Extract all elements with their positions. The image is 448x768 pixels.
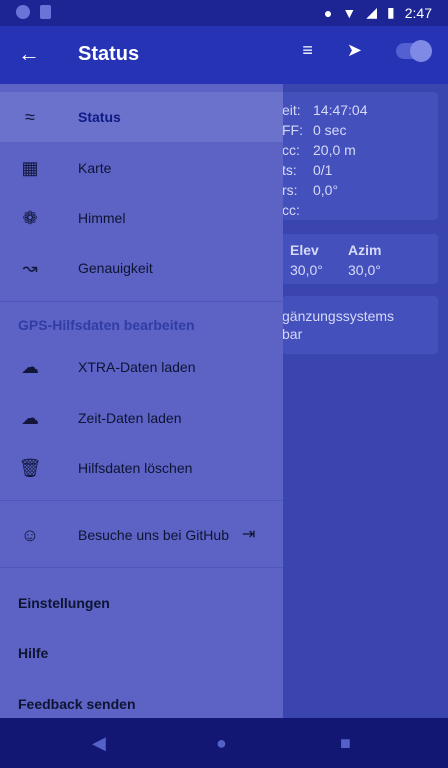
drawer-item-label: Besuche uns bei GitHub xyxy=(78,527,229,543)
system-nav-bar: ◀ ● ■ xyxy=(0,718,448,768)
back-nav-icon[interactable]: ◀ xyxy=(92,733,106,754)
elev-value: 30,0° xyxy=(290,262,323,278)
github-icon: ☺ xyxy=(20,524,40,545)
row-label: eit: xyxy=(282,102,301,118)
settings-link[interactable]: Einstellungen xyxy=(18,595,110,611)
drawer-item-label: XTRA-Daten laden xyxy=(78,359,196,375)
elev-header: Elev xyxy=(290,242,319,258)
help-link[interactable]: Hilfe xyxy=(18,645,48,661)
status-bar: ● ▼ ◢ ▮ 2:47 xyxy=(0,0,448,26)
drawer-item-karte[interactable]: ▦ Karte xyxy=(0,143,283,193)
drawer-item-xtra[interactable]: ☁ XTRA-Daten laden xyxy=(0,342,283,392)
divider xyxy=(0,301,283,302)
satellite-dish-icon: ❁ xyxy=(22,207,38,228)
wifi-icon: ≈ xyxy=(25,106,35,127)
gps-info-card: eit: 14:47:04 FF: 0 sec cc: 20,0 m ts: 0… xyxy=(282,92,438,220)
augmentation-card: gänzungssystems bar xyxy=(282,296,438,354)
drawer-item-genauigkeit[interactable]: ↝ Genauigkeit xyxy=(0,243,283,293)
drawer-item-himmel[interactable]: ❁ Himmel xyxy=(0,193,283,243)
row-label: cc: xyxy=(282,202,300,218)
page-title: Status xyxy=(78,43,140,65)
drawer-item-github[interactable]: ☺ Besuche uns bei GitHub ⇥ xyxy=(0,510,283,560)
drawer-item-label: Status xyxy=(78,109,121,125)
azim-value: 30,0° xyxy=(348,262,381,278)
share-icon[interactable]: ➤ xyxy=(347,40,362,61)
azim-header: Azim xyxy=(348,242,382,258)
section-header: GPS-Hilfsdaten bearbeiten xyxy=(18,317,195,333)
sd-card-icon xyxy=(40,5,51,19)
status-time: 2:47 xyxy=(404,4,432,21)
row-value: 14:47:04 xyxy=(313,102,368,118)
home-nav-icon[interactable]: ● xyxy=(216,733,227,754)
drawer-item-label: Hilfsdaten löschen xyxy=(78,460,193,476)
row-value: 20,0 m xyxy=(313,142,356,158)
drawer-item-label: Himmel xyxy=(78,210,126,226)
back-arrow-icon[interactable]: ← xyxy=(18,40,40,68)
cloud-clock-icon: ☁ xyxy=(21,407,39,428)
drawer-item-zeit[interactable]: ☁ Zeit-Daten laden xyxy=(0,393,283,443)
app-bar: ← Status ≡ ➤ xyxy=(0,26,448,84)
row-label: ts: xyxy=(282,162,297,178)
wifi-signal-icon: ▼ xyxy=(342,4,357,21)
trending-icon: ↝ xyxy=(22,257,38,278)
feedback-link[interactable]: Feedback senden xyxy=(18,696,136,712)
battery-icon: ▮ xyxy=(387,4,395,20)
sort-icon[interactable]: ≡ xyxy=(302,40,313,61)
notification-icon xyxy=(16,5,30,19)
external-link-icon: ⇥ xyxy=(242,526,256,543)
drawer-item-loeschen[interactable]: 🗑 Hilfsdaten löschen xyxy=(0,443,283,493)
row-value: 0 sec xyxy=(313,122,347,138)
recents-nav-icon[interactable]: ■ xyxy=(340,733,351,754)
drawer-item-label: Genauigkeit xyxy=(78,260,153,276)
gps-toggle-switch[interactable] xyxy=(396,39,432,62)
location-icon: ● xyxy=(323,4,333,21)
drawer-item-label: Karte xyxy=(78,160,112,176)
row-label: rs: xyxy=(282,182,298,198)
cloud-gear-icon: ☁ xyxy=(21,356,39,377)
trash-icon: 🗑 xyxy=(18,457,42,478)
satellite-card: Elev Azim 30,0° 30,0° xyxy=(282,234,438,284)
divider xyxy=(0,567,283,568)
row-label: FF: xyxy=(282,122,303,138)
divider xyxy=(0,500,283,501)
map-icon: ▦ xyxy=(21,157,39,178)
row-value: 0,0° xyxy=(313,182,339,198)
note-line: bar xyxy=(282,326,303,342)
cell-signal-icon: ◢ xyxy=(366,4,378,20)
note-line: gänzungssystems xyxy=(282,308,395,324)
row-value: 0/1 xyxy=(313,162,333,178)
drawer-item-status[interactable]: ≈ Status xyxy=(0,92,283,142)
drawer-item-label: Zeit-Daten laden xyxy=(78,410,182,426)
navigation-drawer: ≈ Status ▦ Karte ❁ Himmel ↝ Genauigkeit … xyxy=(0,84,283,718)
row-label: cc: xyxy=(282,142,300,158)
